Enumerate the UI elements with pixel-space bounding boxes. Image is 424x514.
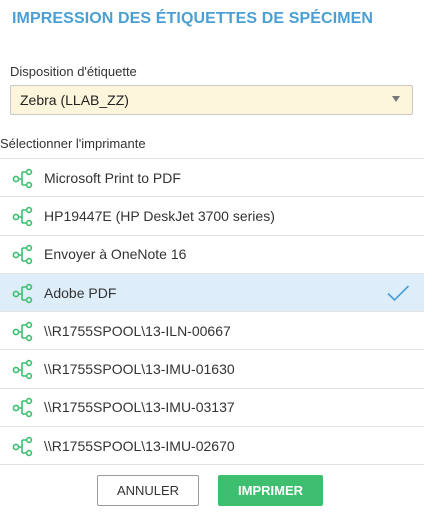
printer-item[interactable]: \\R1755SPOOL\13-IMU-02670: [0, 427, 424, 466]
network-tree-icon: [12, 167, 34, 189]
printer-item[interactable]: Envoyer à OneNote 16: [0, 236, 424, 274]
network-tree-icon: [12, 243, 34, 265]
layout-label: Disposition d'étiquette: [10, 64, 137, 79]
chevron-down-icon: [392, 96, 400, 102]
layout-select-value: Zebra (LLAB_ZZ): [20, 92, 129, 108]
checkmark-icon: [386, 284, 410, 302]
print-button[interactable]: IMPRIMER: [218, 475, 323, 506]
printer-item[interactable]: \\R1755SPOOL\13-IMU-03137: [0, 389, 424, 428]
cancel-button[interactable]: ANNULER: [97, 475, 199, 506]
printer-item-label: Microsoft Print to PDF: [44, 169, 181, 186]
network-tree-icon: [12, 282, 34, 304]
printer-item-label: Envoyer à OneNote 16: [44, 246, 187, 263]
printer-item[interactable]: \\R1755SPOOL\13-IMU-01630: [0, 350, 424, 389]
printer-item-label: \\R1755SPOOL\13-ILN-00667: [44, 322, 231, 339]
dialog-title: IMPRESSION DES ÉTIQUETTES DE SPÉCIMEN: [12, 10, 374, 27]
layout-select[interactable]: Zebra (LLAB_ZZ): [10, 85, 413, 115]
printer-item-label: \\R1755SPOOL\13-IMU-01630: [44, 361, 235, 378]
printer-list-label: Sélectionner l'imprimante: [0, 136, 146, 151]
printer-item-label: \\R1755SPOOL\13-IMU-03137: [44, 399, 235, 416]
network-tree-icon: [12, 205, 34, 227]
network-tree-icon: [12, 396, 34, 418]
network-tree-icon: [12, 320, 34, 342]
printer-item[interactable]: HP19447E (HP DeskJet 3700 series): [0, 197, 424, 236]
printer-item-label: Adobe PDF: [44, 284, 117, 301]
printer-item-label: \\R1755SPOOL\13-IMU-02670: [44, 437, 235, 454]
printer-list: Microsoft Print to PDF HP19447E (HP DeskJ…: [0, 158, 424, 466]
printer-item[interactable]: Microsoft Print to PDF: [0, 159, 424, 198]
printer-item[interactable]: Adobe PDF: [0, 273, 424, 313]
printer-item[interactable]: \\R1755SPOOL\13-ILN-00667: [0, 312, 424, 351]
network-tree-icon: [12, 358, 34, 380]
printer-item-label: HP19447E (HP DeskJet 3700 series): [44, 207, 275, 224]
network-tree-icon: [12, 435, 34, 457]
